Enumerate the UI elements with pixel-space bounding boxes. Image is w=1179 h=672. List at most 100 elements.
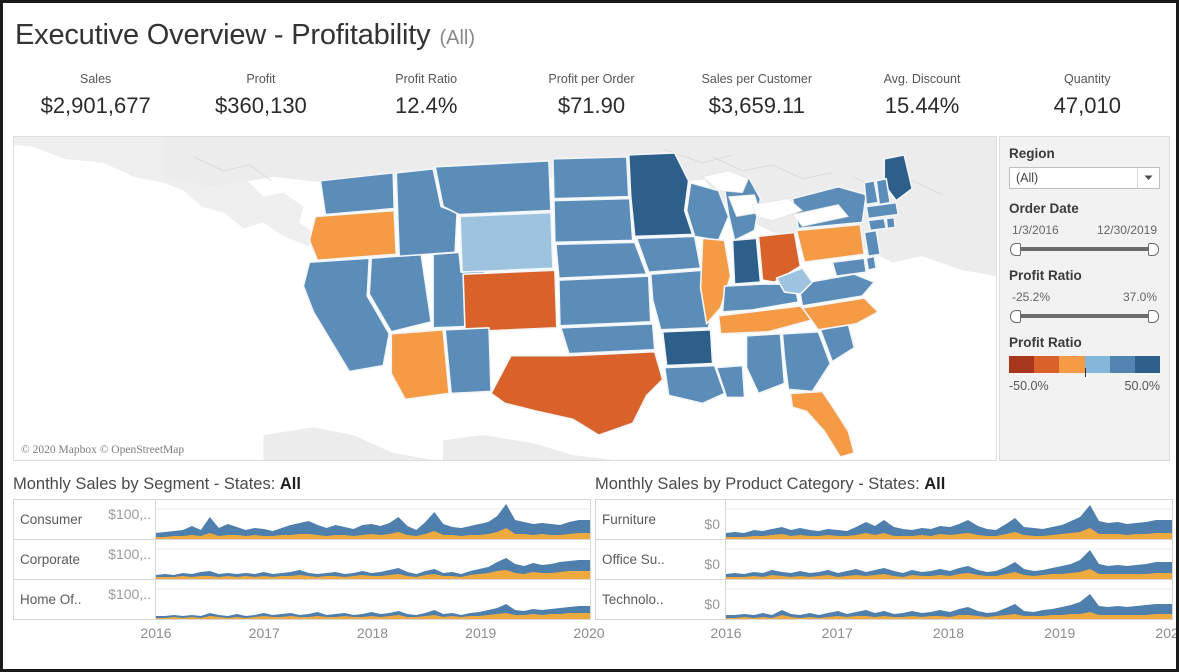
legend-swatch-4[interactable] [1110, 356, 1135, 373]
kpi-quantity[interactable]: Quantity 47,010 [1005, 71, 1170, 131]
us-choropleth-map[interactable] [14, 137, 996, 460]
spark-row[interactable]: Corporate $100,.. [14, 540, 590, 580]
order-date-max: 12/30/2019 [1097, 222, 1157, 238]
kpi-profit[interactable]: Profit $360,130 [178, 71, 343, 131]
map-state-CO [463, 270, 557, 332]
category-sparkline-section: Monthly Sales by Product Category - Stat… [595, 473, 1173, 669]
segment-sparkline-corporate[interactable] [156, 540, 590, 579]
profit-ratio-max: 37.0% [1123, 289, 1157, 305]
map-state-SD [554, 199, 633, 243]
legend-swatch-2[interactable] [1059, 356, 1084, 373]
spark-row[interactable]: Furniture $0 [596, 500, 1172, 540]
category-row-label-office-supplies[interactable]: Office Su.. $0 [596, 540, 726, 579]
kpi-avg-discount[interactable]: Avg. Discount 15.44% [839, 71, 1004, 131]
legend-swatch-1[interactable] [1034, 356, 1059, 373]
x-axis-tick: 2016 [140, 625, 171, 641]
profit-ratio-slider[interactable] [1010, 309, 1159, 323]
category-sparkline-furniture[interactable] [726, 500, 1172, 539]
row-label-text: Home Of.. [14, 592, 82, 607]
profit-ratio-filter-title: Profit Ratio [1009, 267, 1160, 285]
profit-ratio-filter: Profit Ratio -25.2% 37.0% [1009, 267, 1160, 323]
order-date-filter-title: Order Date [1009, 200, 1160, 218]
map-state-AR [663, 330, 713, 366]
region-dropdown[interactable]: (All) [1009, 167, 1160, 189]
category-chart-title-value: All [924, 475, 945, 493]
profit-ratio-slider-track[interactable] [1019, 314, 1150, 318]
map-attribution: © 2020 Mapbox © OpenStreetMap [21, 444, 184, 456]
x-axis-tick: 2018 [357, 625, 388, 641]
map-state-NE [556, 242, 647, 278]
profit-ratio-slider-handle-left[interactable] [1010, 310, 1021, 323]
category-row-label-technology[interactable]: Technolo.. $0 [596, 580, 726, 619]
segment-row-label-corporate[interactable]: Corporate $100,.. [14, 540, 156, 579]
category-row-label-furniture[interactable]: Furniture $0 [596, 500, 726, 539]
map-state-NM [445, 328, 491, 394]
category-chart-title: Monthly Sales by Product Category - Stat… [595, 473, 1173, 499]
profit-ratio-legend-bar[interactable] [1009, 356, 1160, 373]
kpi-sales[interactable]: Sales $2,901,677 [13, 71, 178, 131]
map-state-KS [559, 276, 651, 326]
row-axis-value: $100,.. [108, 586, 151, 602]
kpi-sales-per-customer[interactable]: Sales per Customer $3,659.11 [674, 71, 839, 131]
spark-row[interactable]: Technolo.. $0 [596, 580, 1172, 620]
map-state-DE [866, 256, 876, 270]
order-date-slider[interactable] [1010, 242, 1159, 256]
segment-sparkline-grid: Consumer $100,.. Corporate $100,.. [13, 499, 591, 620]
category-chart-title-prefix: Monthly Sales by Product Category - Stat… [595, 475, 924, 493]
dashboard-root: Executive Overview - Profitability (All)… [0, 0, 1179, 672]
dashboard-title-bar: Executive Overview - Profitability (All) [15, 19, 475, 61]
profit-ratio-legend-labels: -50.0% 50.0% [1009, 378, 1160, 394]
kpi-value: $2,901,677 [41, 90, 151, 121]
region-filter-title: Region [1009, 145, 1160, 163]
order-date-slider-track[interactable] [1019, 247, 1150, 251]
kpi-label: Profit [246, 71, 275, 88]
row-label-text: Technolo.. [596, 592, 664, 607]
x-axis-tick: 2018 [933, 625, 964, 641]
kpi-value: $3,659.11 [709, 90, 805, 121]
category-sparkline-grid: Furniture $0 Office Su.. $0 [595, 499, 1173, 620]
profit-ratio-slider-handle-right[interactable] [1148, 310, 1159, 323]
segment-row-label-home-office[interactable]: Home Of.. $100,.. [14, 580, 156, 619]
map-state-IA [637, 236, 701, 272]
x-axis-tick: 2016 [710, 625, 741, 641]
row-axis-value: $0 [704, 516, 720, 532]
x-axis-tick: 2019 [465, 625, 496, 641]
x-axis-tick: 2020 [1155, 625, 1179, 641]
legend-swatch-0[interactable] [1009, 356, 1034, 373]
choropleth-map-panel[interactable]: © 2020 Mapbox © OpenStreetMap [13, 136, 997, 461]
kpi-profit-ratio[interactable]: Profit Ratio 12.4% [344, 71, 509, 131]
spark-row[interactable]: Office Su.. $0 [596, 540, 1172, 580]
segment-row-label-consumer[interactable]: Consumer $100,.. [14, 500, 156, 539]
order-date-slider-handle-right[interactable] [1148, 243, 1159, 256]
spark-row[interactable]: Home Of.. $100,.. [14, 580, 590, 620]
category-sparkline-technology[interactable] [726, 580, 1172, 619]
category-x-axis: 20162017201820192020 [595, 620, 1173, 646]
kpi-profit-per-order[interactable]: Profit per Order $71.90 [509, 71, 674, 131]
kpi-label: Profit Ratio [395, 71, 457, 88]
category-sparkline-office-supplies[interactable] [726, 540, 1172, 579]
filters-sidebar: Region (All) Order Date 1/3/2016 12/30/2… [999, 136, 1170, 461]
row-label-text: Furniture [596, 512, 656, 527]
map-state-MT [435, 161, 551, 215]
order-date-slider-handle-left[interactable] [1010, 243, 1021, 256]
legend-swatch-5[interactable] [1135, 356, 1160, 373]
map-state-AZ [391, 330, 449, 400]
segment-x-axis: 20162017201820192020 [13, 620, 591, 646]
segment-sparkline-consumer[interactable] [156, 500, 590, 539]
map-state-WA [320, 173, 394, 215]
kpi-value: 47,010 [1054, 90, 1121, 121]
kpi-row: Sales $2,901,677 Profit $360,130 Profit … [13, 71, 1170, 131]
map-state-WY [460, 213, 553, 273]
row-label-text: Consumer [14, 512, 82, 527]
spark-row[interactable]: Consumer $100,.. [14, 500, 590, 540]
segment-sparkline-home-office[interactable] [156, 580, 590, 619]
legend-swatch-3[interactable] [1085, 356, 1110, 373]
kpi-value: 15.44% [885, 90, 960, 121]
segment-chart-title: Monthly Sales by Segment - States: All [13, 473, 591, 499]
kpi-value: $360,130 [215, 90, 307, 121]
order-date-range-labels: 1/3/2016 12/30/2019 [1009, 222, 1160, 240]
profit-ratio-range-labels: -25.2% 37.0% [1009, 289, 1160, 307]
chevron-down-icon[interactable] [1137, 168, 1159, 188]
row-axis-value: $100,.. [108, 506, 151, 522]
kpi-label: Profit per Order [548, 71, 634, 88]
